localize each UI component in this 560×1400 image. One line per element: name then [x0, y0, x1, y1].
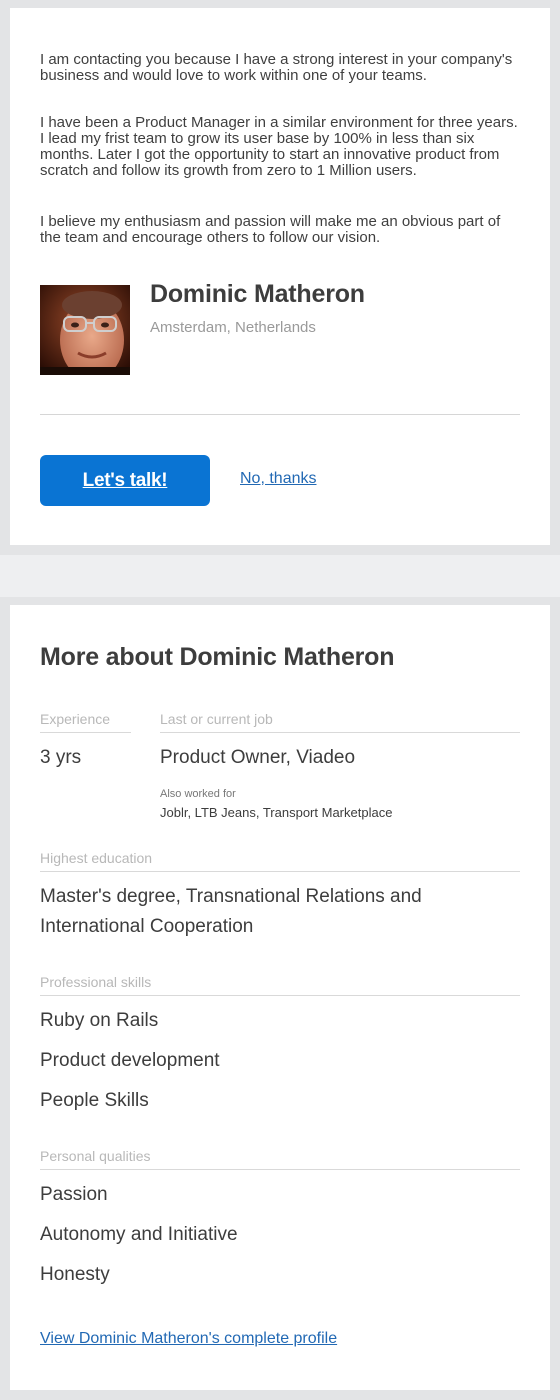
education-value-line2: International Cooperation — [40, 916, 254, 937]
view-profile-link[interactable]: View Dominic Matheron's complete profile — [40, 1330, 337, 1348]
quality-item: Passion — [40, 1184, 108, 1205]
qualities-label: Personal qualities — [40, 1148, 520, 1170]
skill-item: People Skills — [40, 1090, 149, 1111]
experience-value: 3 yrs — [40, 747, 82, 768]
skill-item: Ruby on Rails — [40, 1010, 159, 1031]
education-value-line1: Master's degree, Transnational Relations… — [40, 886, 422, 907]
more-about-card: More about Dominic Matheron Experience L… — [0, 597, 560, 1400]
lets-talk-button[interactable]: Let's talk! — [40, 455, 210, 506]
education-label: Highest education — [40, 850, 520, 872]
candidate-location: Amsterdam, Netherlands — [150, 319, 316, 336]
section-title: More about Dominic Matheron — [40, 643, 395, 671]
skills-label: Professional skills — [40, 974, 520, 996]
message-paragraph: I am contacting you because I have a str… — [40, 51, 513, 84]
avatar — [40, 285, 130, 375]
candidate-name: Dominic Matheron — [150, 280, 365, 308]
quality-item: Autonomy and Initiative — [40, 1224, 238, 1245]
no-thanks-link[interactable]: No, thanks — [240, 470, 316, 488]
message-paragraph: I have been a Product Manager in a simil… — [40, 114, 518, 179]
experience-label: Experience — [40, 711, 131, 733]
also-worked-value: Joblr, LTB Jeans, Transport Marketplace — [160, 805, 393, 820]
job-label: Last or current job — [160, 711, 520, 733]
skill-item: Product development — [40, 1050, 220, 1071]
quality-item: Honesty — [40, 1264, 110, 1285]
divider — [40, 414, 520, 415]
message-paragraph: I believe my enthusiasm and passion will… — [40, 213, 501, 246]
also-worked-label: Also worked for — [160, 788, 236, 800]
job-value: Product Owner, Viadeo — [160, 747, 356, 768]
message-card: I am contacting you because I have a str… — [0, 0, 560, 555]
